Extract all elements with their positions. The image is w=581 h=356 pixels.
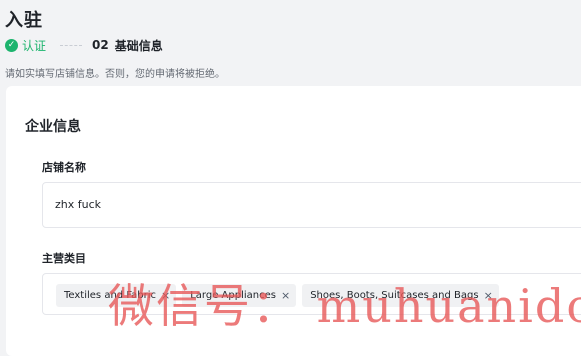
step-indicator: ✓ 认证 02 基础信息 — [5, 37, 163, 53]
step-auth-label: 认证 — [22, 38, 47, 53]
shop-name-input[interactable]: zhx fuck — [42, 182, 581, 228]
category-tag: Textiles and Fabric × — [56, 284, 177, 307]
close-icon[interactable]: × — [281, 289, 290, 302]
category-tag-label: Shoes, Boots, Suitcases and Bags — [310, 290, 479, 301]
main-category-select[interactable]: Textiles and Fabric × Large Appliances ×… — [42, 273, 581, 315]
shop-name-label: 店铺名称 — [42, 161, 86, 174]
enterprise-info-card: 企业信息 店铺名称 zhx fuck 主营类目 Textiles and Fab… — [6, 86, 581, 356]
step-basic-number: 02 — [92, 38, 109, 52]
page-title: 入驻 — [5, 10, 43, 31]
section-title: 企业信息 — [25, 119, 81, 135]
category-tag-label: Large Appliances — [190, 290, 276, 301]
step-divider — [60, 44, 83, 46]
close-icon[interactable]: × — [484, 289, 493, 302]
close-icon[interactable]: × — [161, 289, 170, 302]
category-tag: Large Appliances × — [182, 284, 297, 307]
form-hint: 请如实填写店铺信息。否则，您的申请将被拒绝。 — [5, 69, 225, 80]
step-basic-label: 基础信息 — [114, 38, 163, 53]
category-tag: Shoes, Boots, Suitcases and Bags × — [302, 284, 499, 307]
main-category-label: 主营类目 — [42, 252, 86, 265]
shop-name-value: zhx fuck — [55, 198, 102, 211]
category-tag-label: Textiles and Fabric — [64, 290, 157, 301]
check-circle-icon: ✓ — [5, 38, 18, 52]
